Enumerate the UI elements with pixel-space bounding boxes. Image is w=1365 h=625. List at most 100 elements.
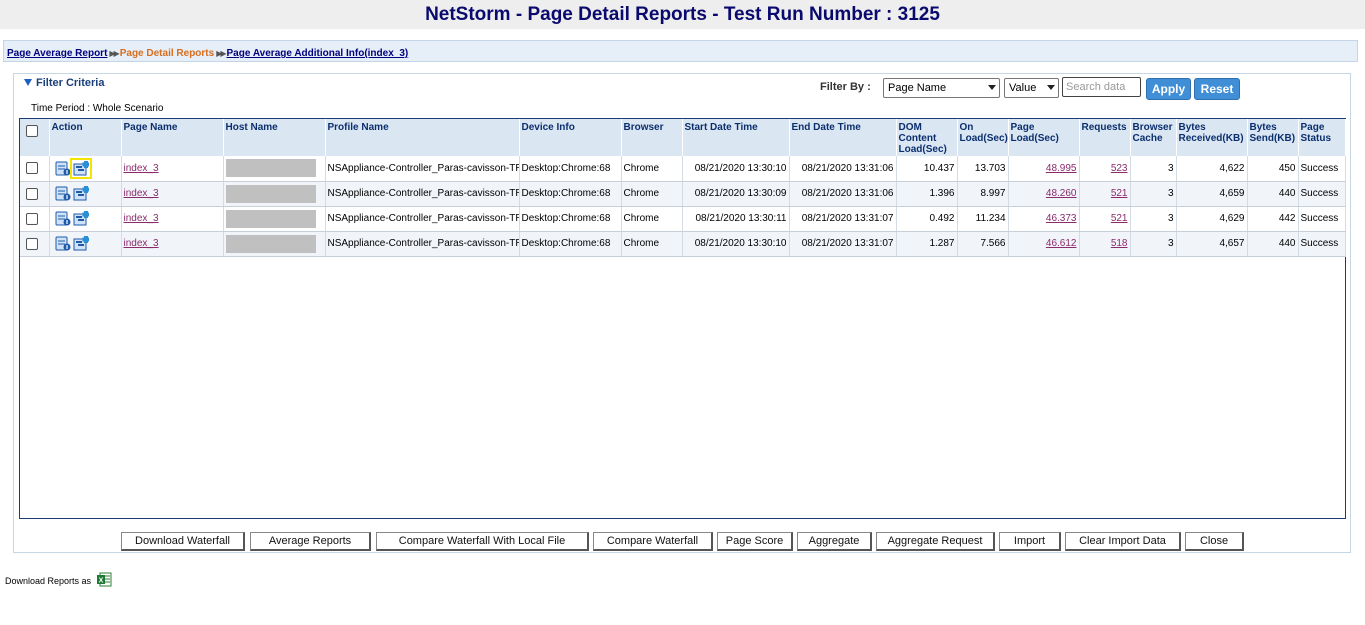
device-info-cell: Desktop:Chrome:68 — [519, 181, 622, 207]
row-checkbox[interactable] — [26, 162, 38, 175]
end-time-cell: 08/21/2020 13:31:07 — [789, 231, 897, 257]
waterfall-icon[interactable] — [73, 186, 89, 201]
report-icon[interactable] — [55, 161, 71, 176]
browser-cell: Chrome — [621, 156, 683, 182]
browser-cache-cell: 3 — [1130, 181, 1177, 207]
bytes-send-cell: 450 — [1247, 156, 1299, 182]
excel-icon[interactable]: X — [96, 572, 112, 589]
requests-link[interactable]: 521 — [1111, 188, 1128, 199]
breadcrumb-separator-icon: ▶▶ — [109, 49, 119, 58]
requests-link[interactable]: 521 — [1111, 213, 1128, 224]
page-name-link[interactable]: index_3 — [124, 238, 159, 249]
column-header[interactable]: Browser Cache — [1130, 119, 1177, 156]
browser-cell: Chrome — [621, 181, 683, 207]
page-name-cell: index_3 — [121, 181, 224, 207]
row-checkbox[interactable] — [26, 187, 38, 200]
row-checkbox-cell — [20, 156, 50, 182]
requests-link[interactable]: 518 — [1111, 238, 1128, 249]
onload-cell: 13.703 — [957, 156, 1009, 182]
column-header[interactable]: On Load(Sec) — [957, 119, 1009, 156]
requests-cell: 518 — [1079, 231, 1131, 257]
column-header[interactable]: Page Name — [121, 119, 224, 156]
filter-operator-value: Value — [1009, 82, 1037, 94]
filter-field-select[interactable]: Page Name — [883, 78, 1000, 98]
import-button[interactable]: Import — [999, 532, 1061, 551]
bytes-send-cell: 440 — [1247, 181, 1299, 207]
reset-button[interactable]: Reset — [1194, 78, 1240, 100]
page-score-button[interactable]: Page Score — [717, 532, 793, 551]
column-header[interactable]: Start Date Time — [682, 119, 790, 156]
table-row[interactable]: index_3 NSAppliance-Controller_Paras-cavi… — [20, 206, 1346, 232]
host-name-redacted — [225, 209, 316, 228]
aggregate-button[interactable]: Aggregate — [797, 532, 872, 551]
page-name-link[interactable]: index_3 — [124, 163, 159, 174]
page-load-link[interactable]: 48.995 — [1046, 163, 1077, 174]
column-header: Action — [49, 119, 122, 156]
host-name-cell — [223, 206, 326, 232]
compare-waterfall-local-file-button[interactable]: Compare Waterfall With Local File — [376, 532, 589, 551]
column-header[interactable]: DOM Content Load(Sec) — [896, 119, 958, 156]
page-load-link[interactable]: 46.373 — [1046, 213, 1077, 224]
filter-criteria-toggle[interactable]: Filter Criteria — [24, 77, 104, 89]
breadcrumb-page-average-additional-info[interactable]: Page Average Additional Info(index_3) — [227, 48, 409, 59]
dom-content-load-cell: 1.396 — [896, 181, 958, 207]
apply-button[interactable]: Apply — [1146, 78, 1191, 100]
svg-text:X: X — [98, 578, 103, 585]
download-waterfall-button[interactable]: Download Waterfall — [121, 532, 245, 551]
table-row[interactable]: index_3 NSAppliance-Controller_Paras-cavi… — [20, 156, 1346, 182]
waterfall-icon[interactable] — [73, 236, 89, 251]
column-header[interactable]: Browser — [621, 119, 683, 156]
column-header[interactable]: Profile Name — [325, 119, 520, 156]
waterfall-icon[interactable] — [73, 211, 89, 226]
start-time-cell: 08/21/2020 13:30:09 — [682, 181, 790, 207]
column-header[interactable]: Host Name — [223, 119, 326, 156]
host-name-redacted — [225, 184, 316, 203]
compare-waterfall-button[interactable]: Compare Waterfall — [593, 532, 713, 551]
breadcrumb-page-average-report[interactable]: Page Average Report — [7, 48, 107, 59]
report-icon[interactable] — [55, 236, 71, 251]
clear-import-data-button[interactable]: Clear Import Data — [1065, 532, 1181, 551]
requests-link[interactable]: 523 — [1111, 163, 1128, 174]
page-name-link[interactable]: index_3 — [124, 188, 159, 199]
row-checkbox-cell — [20, 231, 50, 257]
report-icon[interactable] — [55, 186, 71, 201]
table-row[interactable]: index_3 NSAppliance-Controller_Paras-cavi… — [20, 231, 1346, 257]
page-status-cell: Success — [1298, 181, 1346, 207]
page-load-link[interactable]: 46.612 — [1046, 238, 1077, 249]
filter-operator-select[interactable]: Value — [1004, 78, 1059, 98]
host-name-cell — [223, 231, 326, 257]
download-reports-label: Download Reports as — [5, 576, 92, 586]
dom-content-load-cell: 1.287 — [896, 231, 958, 257]
average-reports-button[interactable]: Average Reports — [250, 532, 371, 551]
column-header[interactable]: Bytes Received(KB) — [1176, 119, 1248, 156]
column-header[interactable]: Requests — [1079, 119, 1131, 156]
profile-name-cell: NSAppliance-Controller_Paras-cavisson-TR — [325, 206, 520, 232]
device-info-cell: Desktop:Chrome:68 — [519, 231, 622, 257]
select-all-checkbox[interactable] — [26, 125, 38, 137]
column-header[interactable]: End Date Time — [789, 119, 897, 156]
breadcrumb-separator-icon: ▶▶ — [216, 49, 226, 58]
page-load-link[interactable]: 48.260 — [1046, 188, 1077, 199]
page-status-cell: Success — [1298, 156, 1346, 182]
column-header[interactable]: Page Load(Sec) — [1008, 119, 1080, 156]
search-input[interactable]: Search data — [1062, 77, 1141, 97]
bytes-received-cell: 4,659 — [1176, 181, 1248, 207]
aggregate-request-button[interactable]: Aggregate Request — [876, 532, 995, 551]
column-header[interactable]: Device Info — [519, 119, 622, 156]
page-name-link[interactable]: index_3 — [124, 213, 159, 224]
start-time-cell: 08/21/2020 13:30:10 — [682, 156, 790, 182]
page-name-cell: index_3 — [121, 206, 224, 232]
close-button[interactable]: Close — [1185, 532, 1244, 551]
row-checkbox[interactable] — [26, 237, 38, 250]
row-checkbox[interactable] — [26, 212, 38, 225]
host-name-redacted — [225, 234, 316, 253]
table-row[interactable]: index_3 NSAppliance-Controller_Paras-cavi… — [20, 181, 1346, 207]
filter-field-value: Page Name — [888, 82, 947, 94]
page-status-cell: Success — [1298, 206, 1346, 232]
profile-name-cell: NSAppliance-Controller_Paras-cavisson-TR — [325, 231, 520, 257]
column-header[interactable]: Page Status — [1298, 119, 1346, 156]
column-header[interactable]: Bytes Send(KB) — [1247, 119, 1299, 156]
requests-cell: 521 — [1079, 181, 1131, 207]
waterfall-icon[interactable] — [69, 157, 92, 179]
report-icon[interactable] — [55, 211, 71, 226]
